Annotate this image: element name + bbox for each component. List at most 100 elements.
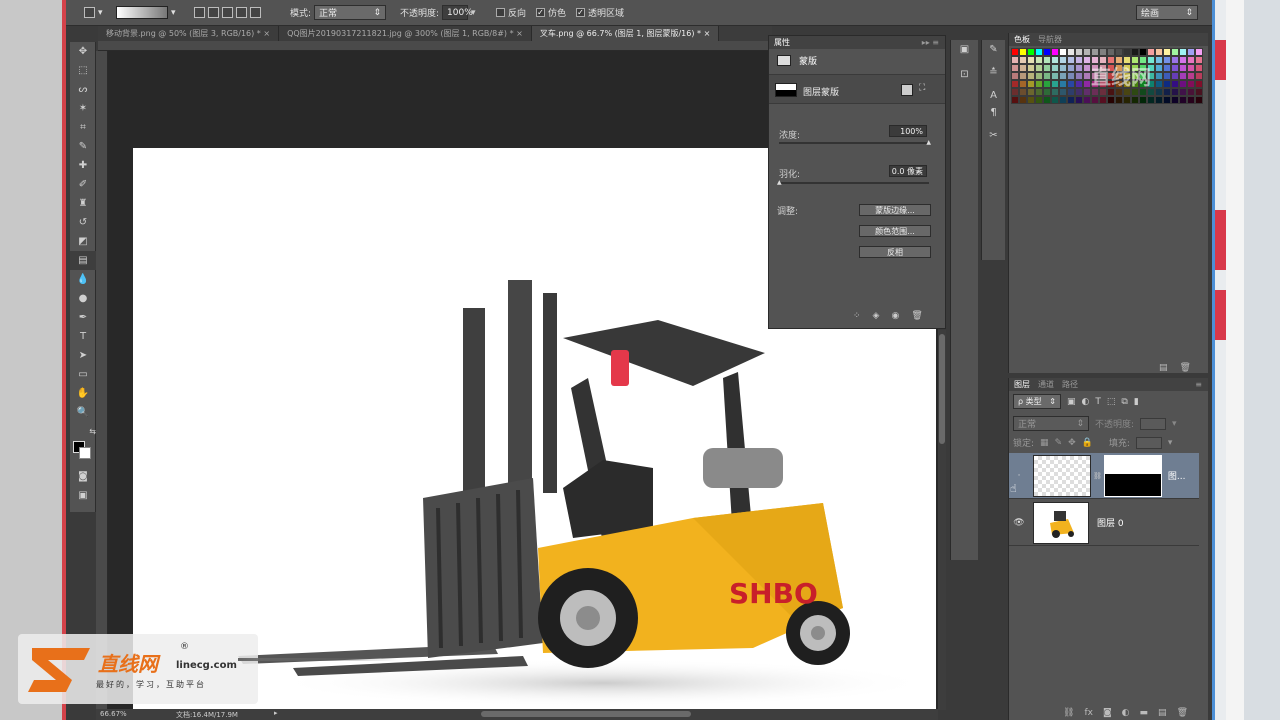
lock-paint-icon[interactable]: ✎ [1055, 438, 1063, 448]
eraser-tool-icon[interactable]: ◩ [70, 232, 96, 251]
workspace-select[interactable]: 绘画 ⇕ [1136, 5, 1198, 20]
pixel-mask-icon[interactable] [901, 84, 913, 96]
zoom-level[interactable]: 66.67% [100, 710, 127, 718]
tools-icon[interactable]: ✂ [982, 130, 1005, 141]
quick-mask-icon[interactable]: ◙ [70, 467, 96, 486]
new-layer-icon[interactable]: ▤ [1158, 708, 1167, 718]
brush-preset-icon[interactable]: ✎ [982, 44, 1005, 55]
dither-checkbox[interactable]: ✓ 仿色 [536, 5, 566, 20]
lock-transparent-icon[interactable]: ▦ [1040, 438, 1049, 448]
layer-filter-select[interactable]: ρ 类型 ⇕ [1013, 394, 1061, 409]
angle-gradient-icon[interactable] [222, 7, 233, 18]
color-swatches[interactable] [70, 441, 95, 467]
fill-input[interactable] [1135, 436, 1162, 449]
magic-wand-tool-icon[interactable]: ✶ [70, 99, 96, 118]
tab-navigator[interactable]: 导航器 [1038, 34, 1062, 45]
load-selection-icon[interactable]: ⁘ [853, 311, 861, 321]
healing-tool-icon[interactable]: ✚ [70, 156, 96, 175]
tab-doc-3[interactable]: 叉车.png @ 66.7% (图层 1, 图层蒙版/16) * × [531, 26, 720, 41]
layer-thumbnail[interactable] [1033, 454, 1091, 497]
path-select-icon[interactable]: ➤ [70, 346, 96, 365]
delete-icon[interactable]: 🗑 [911, 311, 922, 321]
panel-menu-icon[interactable]: ▸▸ ≡ [922, 38, 939, 47]
invert-button[interactable]: 反相 [859, 246, 931, 258]
tab-paths[interactable]: 路径 [1062, 379, 1078, 390]
brush-tool-icon[interactable]: ✐ [70, 175, 96, 194]
dodge-tool-icon[interactable]: ● [70, 289, 96, 308]
radial-gradient-icon[interactable] [208, 7, 219, 18]
layer-mask-icon[interactable] [775, 83, 797, 97]
opacity-dropdown[interactable]: ▾ [471, 8, 476, 18]
new-swatch-icon[interactable]: ▤ [1159, 363, 1168, 373]
group-icon[interactable]: ▬ [1140, 708, 1149, 718]
zoom-tool-icon[interactable]: 🔍 [70, 403, 96, 422]
layer-name[interactable]: 图层 0 [1097, 516, 1124, 529]
filter-pixel-icon[interactable]: ▣ [1067, 397, 1076, 407]
layer-opacity-input[interactable] [1140, 417, 1167, 430]
visibility-toggle[interactable]: · [1009, 471, 1029, 481]
character-icon[interactable]: A [982, 90, 1005, 101]
apply-mask-icon[interactable]: ◈ [873, 311, 880, 321]
diamond-gradient-icon[interactable] [250, 7, 261, 18]
mode-select[interactable]: 正常 ⇕ [314, 5, 387, 20]
gradient-picker[interactable]: ▾ [116, 5, 176, 20]
lock-move-icon[interactable]: ✥ [1068, 438, 1076, 448]
rectangle-tool-icon[interactable]: ▭ [70, 365, 96, 384]
tab-layers[interactable]: 图层 [1014, 379, 1030, 390]
feather-slider[interactable]: ▲ [777, 179, 929, 186]
blend-mode-select[interactable]: 正常 ⇕ [1013, 416, 1089, 431]
paragraph-icon[interactable]: ¶ [982, 107, 1005, 118]
density-input[interactable]: 100% [889, 125, 927, 137]
transparency-checkbox[interactable]: ✓ 透明区域 [576, 5, 624, 20]
swap-colors-icon[interactable]: ⇆ [70, 422, 96, 441]
history-icon[interactable]: ▣ [951, 44, 978, 55]
marquee-tool-icon[interactable]: ⬚ [70, 61, 96, 80]
delete-swatch-icon[interactable]: 🗑 [1180, 363, 1191, 373]
adjustment-layer-icon[interactable]: ◐ [1122, 708, 1130, 718]
hand-tool-icon[interactable]: ✋ [70, 384, 96, 403]
tool-preset-picker[interactable]: ▾ [84, 5, 103, 20]
properties-tab[interactable]: 属性 [774, 37, 790, 48]
filter-adjust-icon[interactable]: ◐ [1082, 397, 1090, 407]
layer-row-1[interactable]: · ⛓ 图... [1009, 453, 1199, 499]
filter-shape-icon[interactable]: ⬚ [1107, 397, 1116, 407]
feather-input[interactable]: 0.0 像素 [889, 165, 927, 177]
tab-channels[interactable]: 通道 [1038, 379, 1054, 390]
visibility-icon[interactable]: ◉ [891, 311, 899, 321]
filter-toggle-icon[interactable]: ▮ [1134, 397, 1139, 407]
layer-style-icon[interactable]: fx [1084, 708, 1093, 718]
status-menu-arrow[interactable]: ▸ [274, 709, 278, 717]
gradient-tool-icon[interactable]: ▤ [70, 251, 96, 270]
tab-swatches[interactable]: 色板 [1014, 34, 1030, 45]
mask-thumbnail[interactable] [1103, 454, 1162, 497]
link-layers-icon[interactable]: ⛓ [1063, 708, 1074, 718]
tab-doc-2[interactable]: QQ图片20190317211821.jpg @ 300% (图层 1, RGB… [279, 26, 532, 41]
history-brush-icon[interactable]: ↺ [70, 213, 96, 232]
tab-doc-1[interactable]: 移动背景.png @ 50% (图层 3, RGB/16) * × [98, 26, 280, 41]
layer-row-0[interactable]: 👁 图层 0 [1009, 500, 1199, 546]
gradient-type-buttons[interactable] [194, 5, 261, 20]
eyedropper-tool-icon[interactable]: ✎ [70, 137, 96, 156]
pen-tool-icon[interactable]: ✒ [70, 308, 96, 327]
screen-mode-icon[interactable]: ▣ [70, 486, 96, 505]
filter-type-icon[interactable]: T [1095, 397, 1101, 407]
opacity-input[interactable]: 100% [442, 5, 473, 20]
mask-edge-button[interactable]: 蒙版边缘... [859, 204, 931, 216]
stamp-tool-icon[interactable]: ♜ [70, 194, 96, 213]
layer-thumbnail[interactable] [1033, 501, 1089, 544]
crop-tool-icon[interactable]: ⌗ [70, 118, 96, 137]
blur-tool-icon[interactable]: 💧 [70, 270, 96, 289]
color-range-button[interactable]: 颜色范围... [859, 225, 931, 237]
actions-icon[interactable]: ⊡ [951, 69, 978, 80]
linear-gradient-icon[interactable] [194, 7, 205, 18]
lasso-tool-icon[interactable]: ᔕ [70, 80, 96, 99]
vertical-scrollbar[interactable] [938, 330, 946, 710]
layer-name[interactable]: 图... [1168, 469, 1186, 482]
add-mask-icon[interactable]: ◙ [1103, 708, 1112, 718]
reflected-gradient-icon[interactable] [236, 7, 247, 18]
link-icon[interactable]: ⛓ [1093, 472, 1102, 480]
filter-smart-icon[interactable]: ⧉ [1121, 397, 1127, 407]
panel-menu-icon[interactable]: ≡ [1195, 380, 1202, 389]
move-tool-icon[interactable]: ✥ [70, 42, 96, 61]
horizontal-scrollbar[interactable] [481, 711, 691, 717]
